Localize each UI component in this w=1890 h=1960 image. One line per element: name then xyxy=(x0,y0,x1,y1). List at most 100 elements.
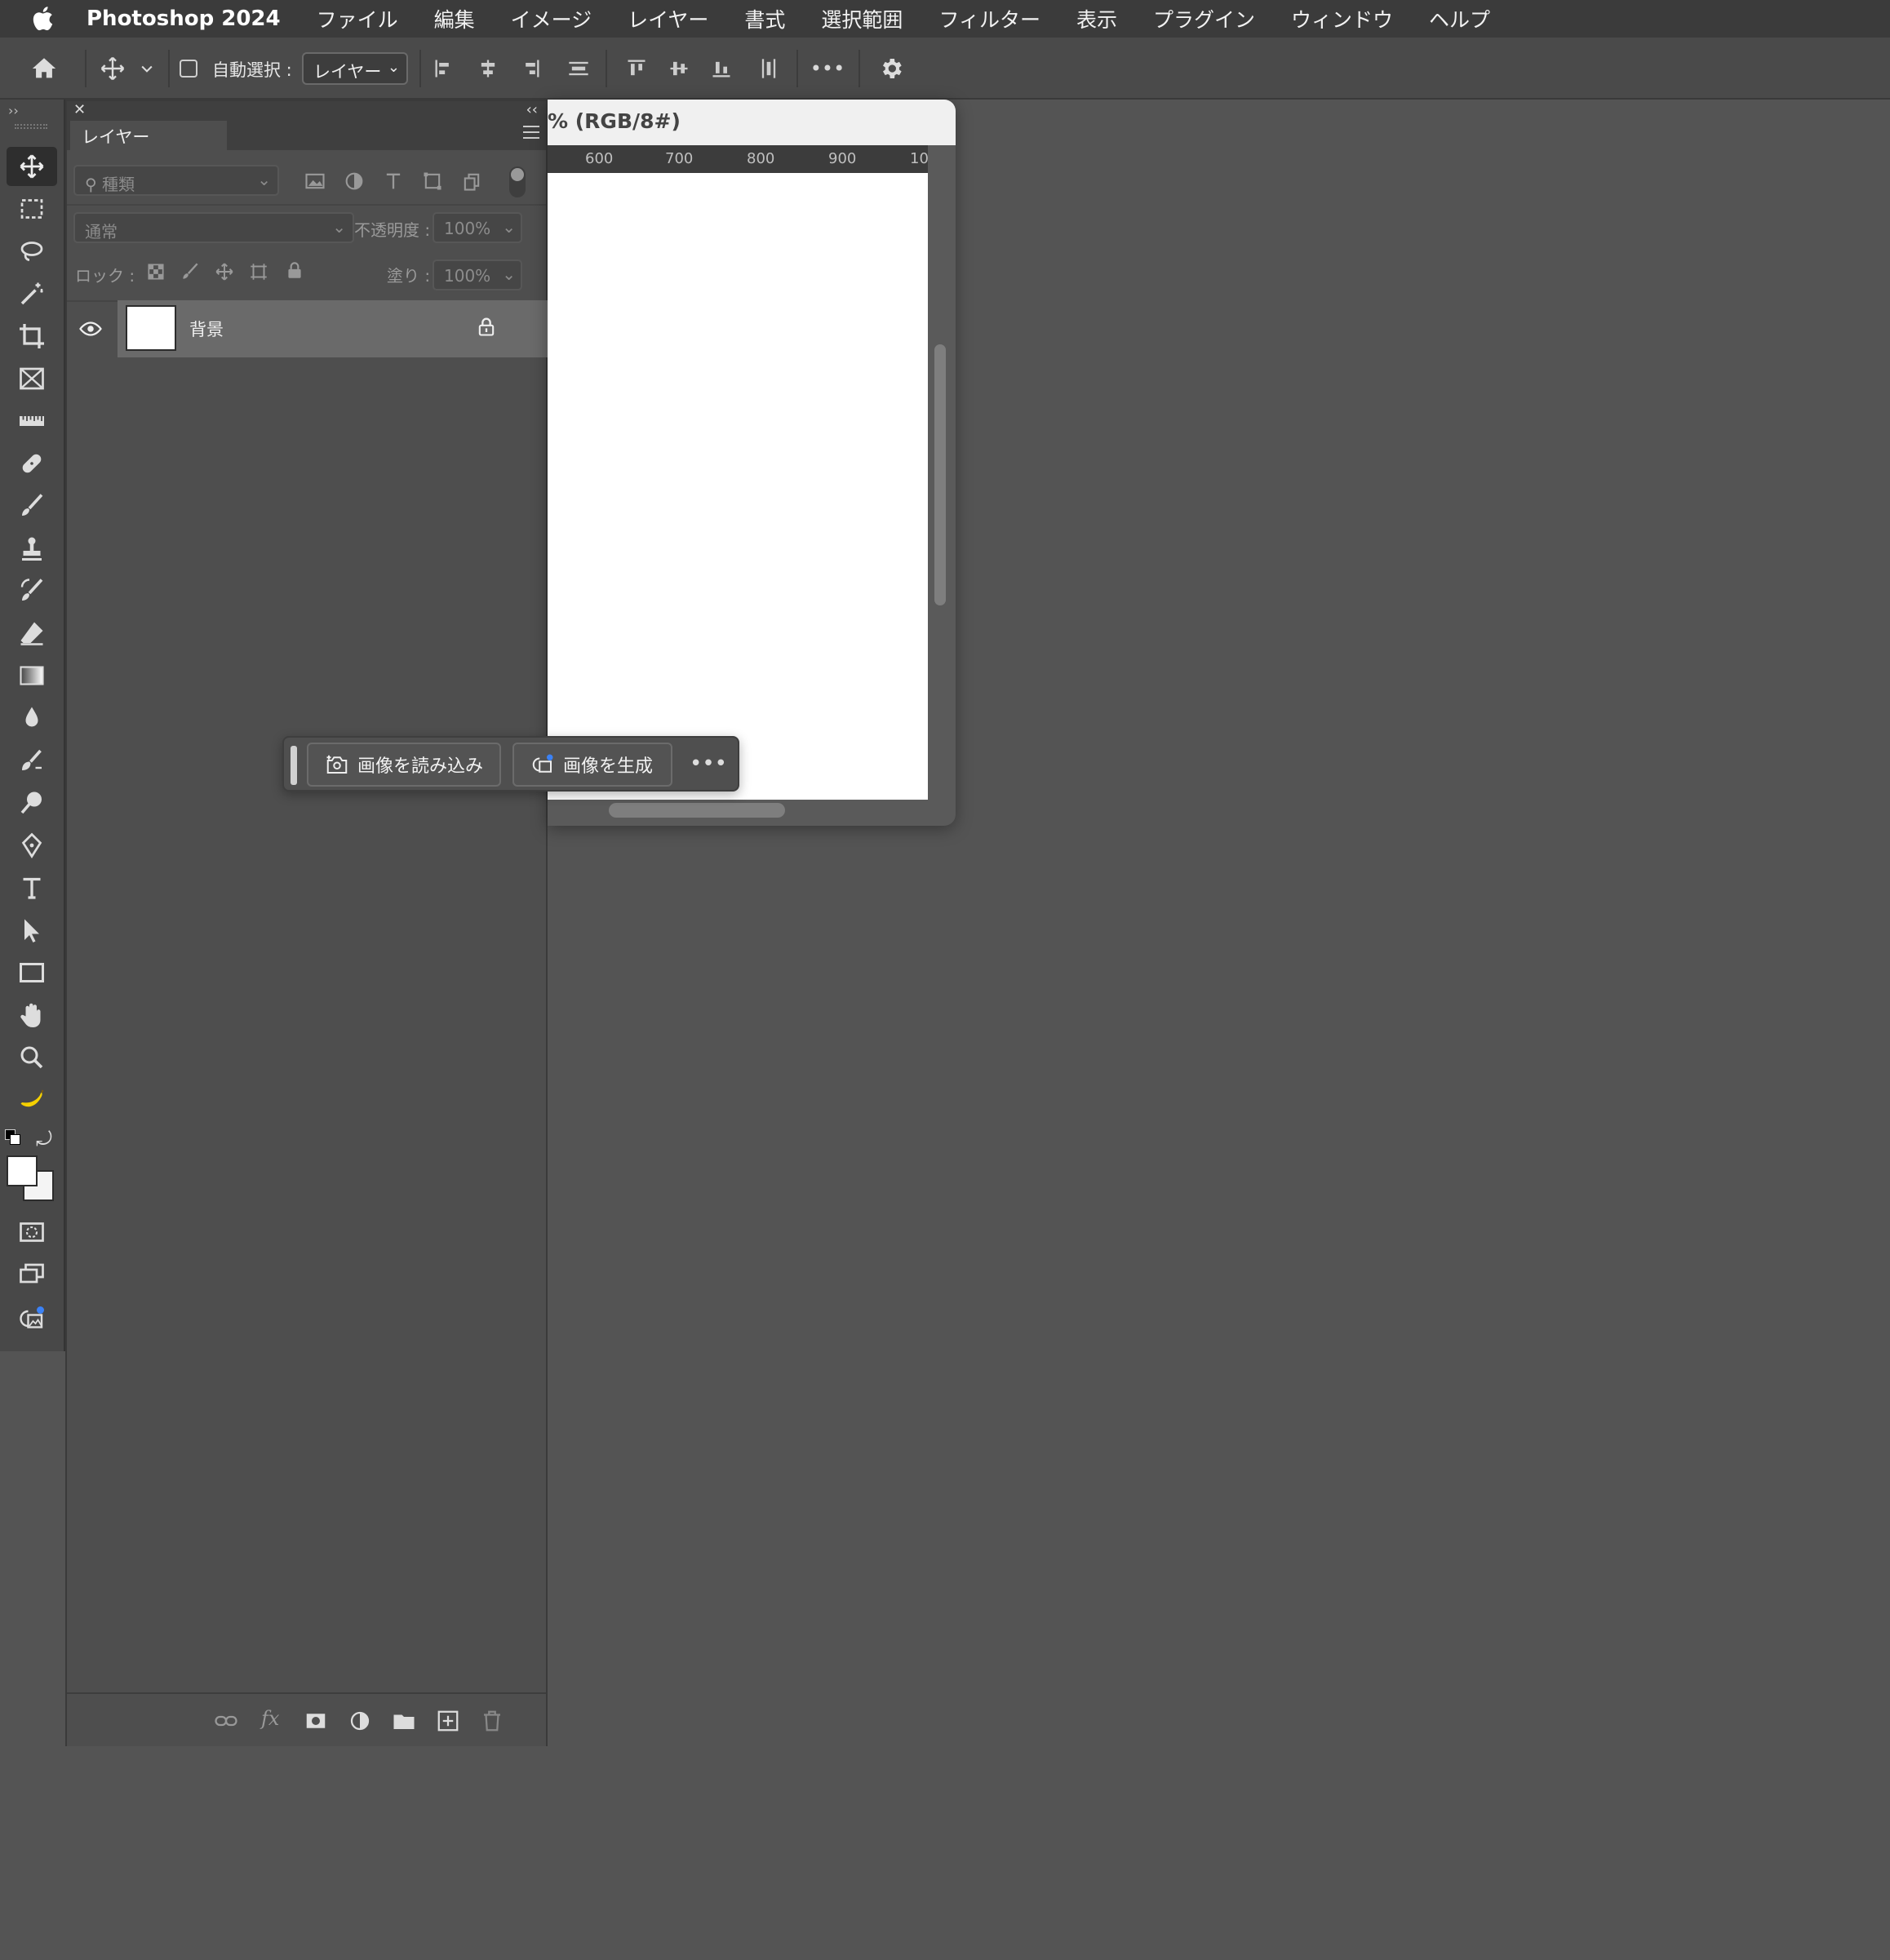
more-options-button[interactable]: ••• xyxy=(690,747,727,780)
move-tool[interactable] xyxy=(7,147,57,186)
foreground-color-swatch[interactable] xyxy=(7,1155,38,1186)
rectangle-tool[interactable] xyxy=(7,953,57,992)
close-panel-icon[interactable]: ✕ xyxy=(73,101,86,118)
layer-visibility-eye-icon[interactable] xyxy=(78,317,103,344)
generate-image-tool[interactable] xyxy=(7,1299,57,1338)
delete-layer-trash-icon[interactable] xyxy=(480,1709,504,1736)
screen-mode-tool[interactable] xyxy=(7,1255,57,1294)
auto-select-checkbox[interactable] xyxy=(180,60,197,78)
vertical-scrollbar[interactable] xyxy=(934,344,946,605)
layer-row-background[interactable]: 背景 xyxy=(118,300,573,357)
menu-plugins[interactable]: プラグイン xyxy=(1153,4,1255,33)
gear-icon[interactable] xyxy=(875,52,907,85)
quick-mask-tool[interactable] xyxy=(7,1213,57,1252)
opacity-field[interactable]: 100% ⌄ xyxy=(433,212,522,243)
menu-edit[interactable]: 編集 xyxy=(434,4,475,33)
new-layer-icon[interactable] xyxy=(436,1709,460,1736)
filter-type-layers-icon[interactable] xyxy=(382,170,405,196)
lock-icon[interactable] xyxy=(475,315,498,341)
opacity-value: 100% xyxy=(444,219,491,238)
align-vertical-centers-icon[interactable] xyxy=(664,54,694,83)
gradient-tool[interactable] xyxy=(7,656,57,695)
apple-icon[interactable] xyxy=(29,4,59,33)
add-mask-icon[interactable] xyxy=(304,1709,328,1736)
align-horizontal-centers-icon[interactable] xyxy=(473,54,503,83)
generate-image-button[interactable]: 画像を生成 xyxy=(512,743,672,787)
import-image-button[interactable]: 画像を読み込み xyxy=(307,743,501,787)
filter-shape-layers-icon[interactable] xyxy=(421,170,444,196)
brush-tool[interactable] xyxy=(7,486,57,525)
menu-file[interactable]: ファイル xyxy=(317,4,398,33)
more-options-icon[interactable]: ••• xyxy=(810,52,845,85)
crop-tool[interactable] xyxy=(7,317,57,356)
panel-menu-icon[interactable] xyxy=(523,126,539,139)
menu-window[interactable]: ウィンドウ xyxy=(1291,4,1393,33)
clone-stamp-tool[interactable] xyxy=(7,529,57,568)
menu-help[interactable]: ヘルプ xyxy=(1429,4,1490,33)
path-selection-tool[interactable] xyxy=(7,911,57,950)
history-brush-tool[interactable] xyxy=(7,571,57,610)
app-name[interactable]: Photoshop 2024 xyxy=(87,7,281,31)
tab-layers[interactable]: レイヤー xyxy=(70,121,227,150)
new-group-folder-icon[interactable] xyxy=(392,1709,416,1736)
lock-all-icon[interactable] xyxy=(284,259,305,284)
filter-adjustment-layers-icon[interactable] xyxy=(343,170,366,196)
distribute-horizontal-icon[interactable] xyxy=(754,54,783,83)
blur-tool[interactable] xyxy=(7,698,57,738)
collapse-panel-icon[interactable]: ‹‹ xyxy=(526,101,538,118)
lock-transparent-pixels-icon[interactable] xyxy=(145,261,166,286)
move-tool-icon[interactable] xyxy=(96,52,129,85)
hand-tool[interactable] xyxy=(7,996,57,1035)
lasso-tool[interactable] xyxy=(7,232,57,271)
auto-select-target-dropdown[interactable]: レイヤー ⌄ xyxy=(302,52,408,85)
home-icon[interactable] xyxy=(28,52,60,85)
fx-icon[interactable]: fx xyxy=(261,1707,279,1730)
document-tab-title[interactable]: % (RGB/8#) xyxy=(548,100,956,145)
marquee-tool[interactable] xyxy=(7,189,57,228)
menu-type[interactable]: 書式 xyxy=(744,4,785,33)
menu-image[interactable]: イメージ xyxy=(511,4,592,33)
distribute-vertical-icon[interactable] xyxy=(563,54,594,83)
menu-layer[interactable]: レイヤー xyxy=(628,4,708,33)
filter-toggle-switch[interactable] xyxy=(509,166,526,197)
align-top-edges-icon[interactable] xyxy=(622,54,651,83)
lock-artboard-icon[interactable] xyxy=(248,261,269,286)
layer-filter-dropdown[interactable]: ⚲ 種類 ⌄ xyxy=(73,165,279,196)
magic-wand-tool[interactable] xyxy=(7,274,57,313)
eraser-tool[interactable] xyxy=(7,614,57,653)
menu-filter[interactable]: フィルター xyxy=(938,4,1040,33)
toolbar-grip[interactable] xyxy=(15,124,47,129)
canvas[interactable] xyxy=(548,173,928,800)
filter-smart-objects-icon[interactable] xyxy=(460,170,483,196)
blend-mode-dropdown[interactable]: 通常 ⌄ xyxy=(73,212,354,243)
lock-image-pixels-icon[interactable] xyxy=(180,261,201,286)
dodge-tool[interactable] xyxy=(7,783,57,823)
swap-colors-icon[interactable]: ⤾ xyxy=(36,1128,52,1151)
fill-field[interactable]: 100% ⌄ xyxy=(433,259,522,290)
toolbar-expand-icon[interactable]: ›› xyxy=(8,103,19,118)
link-layers-icon[interactable] xyxy=(214,1709,238,1736)
hand-icon xyxy=(20,1003,41,1027)
chevron-down-icon: ⌄ xyxy=(502,217,516,237)
align-right-edges-icon[interactable] xyxy=(516,54,545,83)
default-colors-icon[interactable] xyxy=(5,1129,21,1146)
lock-position-icon[interactable] xyxy=(214,261,235,286)
frame-tool[interactable] xyxy=(7,359,57,398)
menu-view[interactable]: 表示 xyxy=(1076,4,1117,33)
filter-pixel-layers-icon[interactable] xyxy=(304,170,326,196)
menu-select[interactable]: 選択範囲 xyxy=(821,4,903,33)
adjustment-layer-icon[interactable] xyxy=(348,1709,372,1736)
zoom-tool[interactable] xyxy=(7,1038,57,1077)
pen-tool[interactable] xyxy=(7,826,57,865)
tool-preset-chevron-icon[interactable] xyxy=(137,59,157,78)
chevron-down-icon: ⌄ xyxy=(332,217,346,237)
taskbar-drag-handle[interactable] xyxy=(291,746,297,785)
smudge-tool[interactable] xyxy=(7,741,57,780)
healing-brush-tool[interactable] xyxy=(7,444,57,483)
banana-tool[interactable] xyxy=(7,1080,57,1120)
type-tool[interactable] xyxy=(7,868,57,907)
align-bottom-edges-icon[interactable] xyxy=(707,54,736,83)
align-left-edges-icon[interactable] xyxy=(429,54,459,83)
ruler-tool[interactable] xyxy=(7,401,57,441)
horizontal-scrollbar[interactable] xyxy=(609,803,785,818)
